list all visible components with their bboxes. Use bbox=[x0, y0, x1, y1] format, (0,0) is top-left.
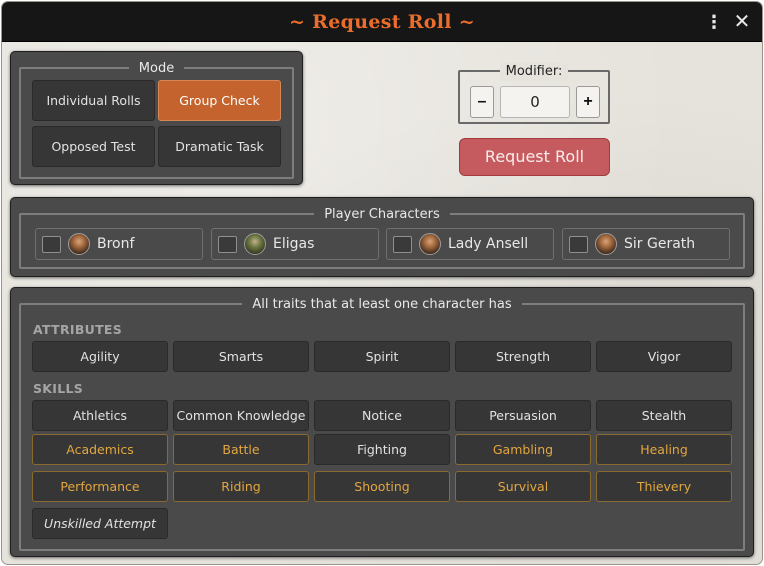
skill-button-academics[interactable]: Academics bbox=[32, 434, 168, 465]
title-bar: ~ Request Roll ~ ⋮ ✕ bbox=[2, 2, 762, 42]
player-card-eligas[interactable]: Eligas bbox=[211, 228, 379, 260]
avatar bbox=[419, 233, 441, 255]
trait-button-spirit[interactable]: Spirit bbox=[314, 341, 450, 372]
unskilled-attempt-button[interactable]: Unskilled Attempt bbox=[32, 508, 168, 539]
skill-button-common-knowledge[interactable]: Common Knowledge bbox=[173, 400, 309, 431]
player-checkbox[interactable] bbox=[569, 236, 588, 253]
trait-button-vigor[interactable]: Vigor bbox=[596, 341, 732, 372]
dramatic-task-button[interactable]: Dramatic Task bbox=[158, 126, 281, 167]
mode-legend: Mode bbox=[128, 60, 185, 78]
skill-button-healing[interactable]: Healing bbox=[596, 434, 732, 465]
opposed-test-button[interactable]: Opposed Test bbox=[32, 126, 155, 167]
skill-button-notice[interactable]: Notice bbox=[314, 400, 450, 431]
skill-button-stealth[interactable]: Stealth bbox=[596, 400, 732, 431]
avatar bbox=[68, 233, 90, 255]
skill-button-athletics[interactable]: Athletics bbox=[32, 400, 168, 431]
player-name: Lady Ansell bbox=[448, 236, 529, 252]
request-roll-window: ~ Request Roll ~ ⋮ ✕ Mode Individual Rol… bbox=[2, 2, 762, 564]
player-card-sir-gerath[interactable]: Sir Gerath bbox=[562, 228, 730, 260]
skill-button-fighting[interactable]: Fighting bbox=[314, 434, 450, 465]
avatar bbox=[244, 233, 266, 255]
trait-button-agility[interactable]: Agility bbox=[32, 341, 168, 372]
skill-button-thievery[interactable]: Thievery bbox=[596, 471, 732, 502]
skill-button-shooting[interactable]: Shooting bbox=[314, 471, 450, 502]
skill-button-survival[interactable]: Survival bbox=[455, 471, 591, 502]
skill-button-gambling[interactable]: Gambling bbox=[455, 434, 591, 465]
trait-button-strength[interactable]: Strength bbox=[455, 341, 591, 372]
player-characters-legend: Player Characters bbox=[314, 206, 450, 224]
player-checkbox[interactable] bbox=[218, 236, 237, 253]
player-card-bronf[interactable]: Bronf bbox=[35, 228, 203, 260]
modifier-decrement-button[interactable]: – bbox=[470, 86, 494, 118]
modifier-increment-button[interactable]: + bbox=[576, 86, 600, 118]
player-name: Bronf bbox=[97, 236, 135, 252]
avatar bbox=[595, 233, 617, 255]
player-checkbox[interactable] bbox=[42, 236, 61, 253]
traits-legend: All traits that at least one character h… bbox=[242, 296, 522, 314]
skills-heading: SKILLS bbox=[33, 381, 84, 396]
player-name: Sir Gerath bbox=[624, 236, 696, 252]
modifier-input[interactable] bbox=[500, 86, 570, 118]
skill-button-battle[interactable]: Battle bbox=[173, 434, 309, 465]
skill-button-persuasion[interactable]: Persuasion bbox=[455, 400, 591, 431]
modifier-label: Modifier: bbox=[499, 63, 569, 81]
window-title: ~ Request Roll ~ bbox=[289, 11, 475, 33]
close-icon[interactable]: ✕ bbox=[730, 2, 754, 42]
skill-button-riding[interactable]: Riding bbox=[173, 471, 309, 502]
player-card-lady-ansell[interactable]: Lady Ansell bbox=[386, 228, 554, 260]
more-vertical-icon[interactable]: ⋮ bbox=[702, 2, 726, 42]
attributes-heading: ATTRIBUTES bbox=[33, 322, 123, 337]
modifier-group: Modifier: – + bbox=[458, 63, 610, 124]
trait-button-smarts[interactable]: Smarts bbox=[173, 341, 309, 372]
skill-button-performance[interactable]: Performance bbox=[32, 471, 168, 502]
group-check-button[interactable]: Group Check bbox=[158, 80, 281, 121]
player-checkbox[interactable] bbox=[393, 236, 412, 253]
request-roll-button[interactable]: Request Roll bbox=[459, 138, 610, 176]
individual-rolls-button[interactable]: Individual Rolls bbox=[32, 80, 155, 121]
player-name: Eligas bbox=[273, 236, 315, 252]
